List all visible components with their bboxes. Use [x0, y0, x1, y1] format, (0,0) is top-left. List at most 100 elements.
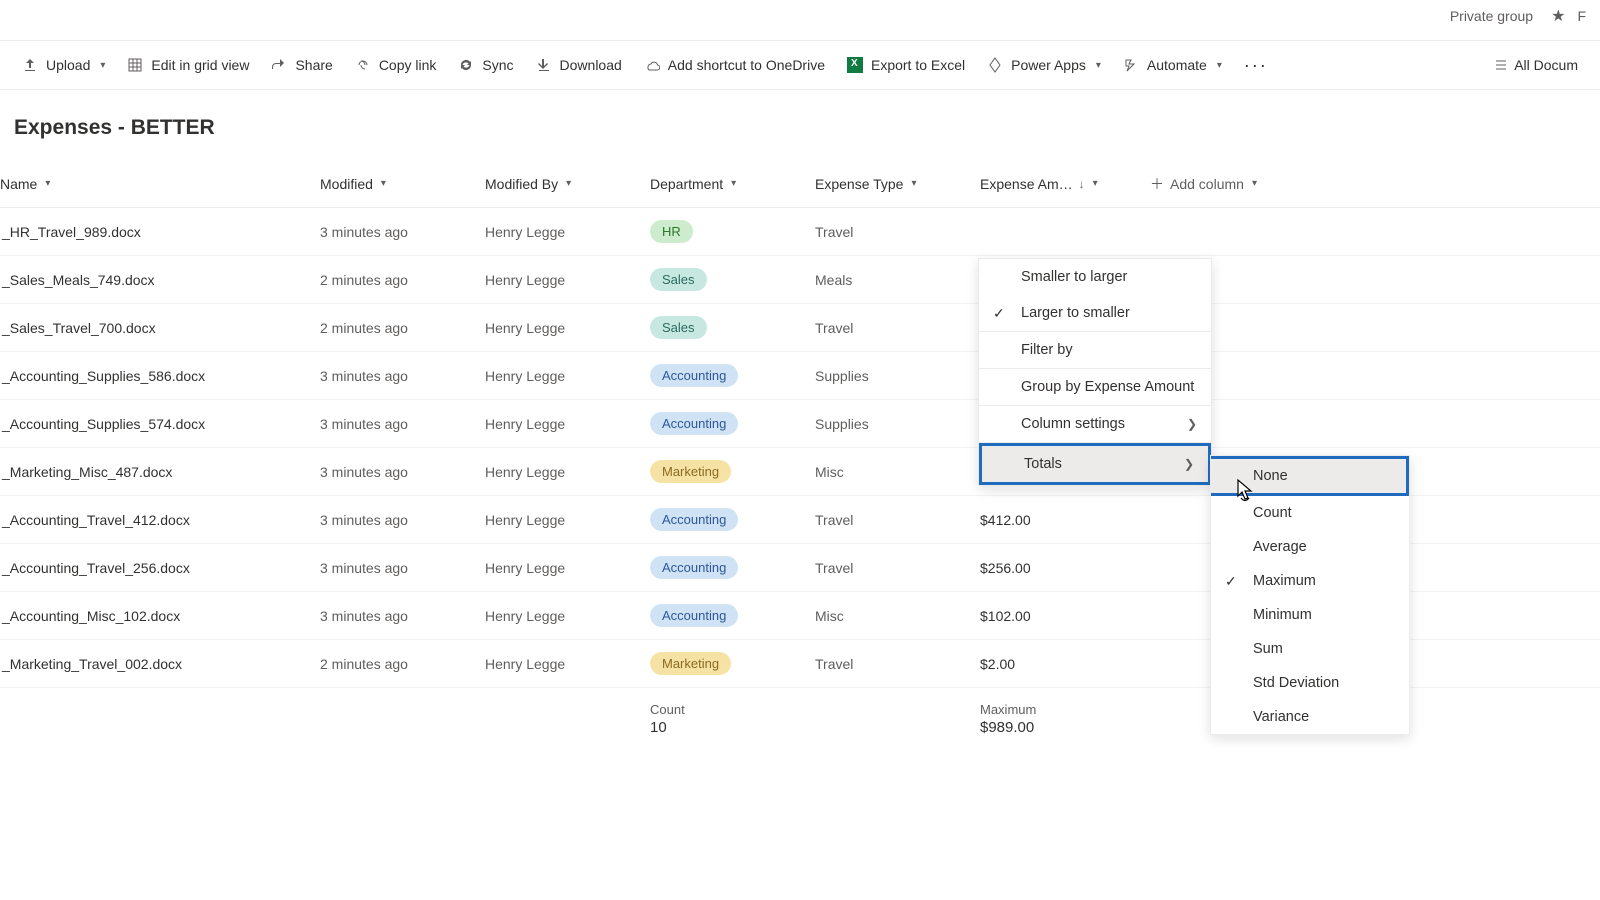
- upload-button[interactable]: Upload ▾: [12, 53, 115, 77]
- download-button[interactable]: Download: [526, 53, 632, 77]
- col-head-modified-label: Modified: [320, 176, 373, 192]
- department-pill: Accounting: [650, 556, 738, 579]
- menu-filter-by[interactable]: Filter by: [979, 332, 1211, 368]
- more-actions-button[interactable]: ···: [1234, 55, 1278, 76]
- cell-department: Accounting: [650, 508, 815, 531]
- cell-modified-by: Henry Legge: [485, 512, 650, 528]
- download-icon: [536, 57, 552, 73]
- menu-larger-to-smaller[interactable]: ✓ Larger to smaller: [979, 295, 1211, 331]
- totals-variance[interactable]: Variance: [1211, 700, 1409, 734]
- cell-name[interactable]: _Accounting_Travel_412.docx: [0, 512, 320, 528]
- cell-modified-by: Henry Legge: [485, 224, 650, 240]
- share-label: Share: [295, 57, 332, 73]
- add-column-label: Add column: [1170, 176, 1244, 192]
- add-column-button[interactable]: ＋ Add column ▾: [1150, 174, 1320, 194]
- menu-totals-label: Totals: [1024, 456, 1062, 472]
- menu-totals[interactable]: Totals ❯: [979, 443, 1211, 485]
- chevron-down-icon: ▾: [381, 178, 386, 189]
- col-head-department[interactable]: Department ▾: [650, 176, 815, 192]
- cell-expense-type: Travel: [815, 512, 980, 528]
- totals-minimum-label: Minimum: [1253, 607, 1312, 623]
- cell-modified: 3 minutes ago: [320, 368, 485, 384]
- cell-name[interactable]: _Accounting_Misc_102.docx: [0, 608, 320, 624]
- totals-sum-label: Sum: [1253, 641, 1283, 657]
- edit-grid-button[interactable]: Edit in grid view: [117, 53, 259, 77]
- copy-link-label: Copy link: [379, 57, 437, 73]
- totals-maximum[interactable]: ✓ Maximum: [1211, 564, 1409, 598]
- favorite-star-icon[interactable]: ★: [1551, 6, 1565, 26]
- cell-expense-type: Travel: [815, 224, 980, 240]
- table-row[interactable]: _Accounting_Supplies_586.docx3 minutes a…: [0, 352, 1600, 400]
- footer-count-label: Count: [650, 702, 815, 717]
- automate-label: Automate: [1147, 57, 1207, 73]
- cell-name[interactable]: _Sales_Travel_700.docx: [0, 320, 320, 336]
- menu-settings-label: Column settings: [1021, 416, 1125, 432]
- cell-modified: 3 minutes ago: [320, 416, 485, 432]
- cell-modified-by: Henry Legge: [485, 416, 650, 432]
- download-label: Download: [560, 57, 622, 73]
- table-row[interactable]: _Sales_Meals_749.docx2 minutes agoHenry …: [0, 256, 1600, 304]
- cell-name[interactable]: _Accounting_Travel_256.docx: [0, 560, 320, 576]
- totals-sum[interactable]: Sum: [1211, 632, 1409, 666]
- cursor-icon: [1234, 478, 1256, 504]
- cell-department: Accounting: [650, 412, 815, 435]
- share-button[interactable]: Share: [261, 53, 342, 77]
- department-pill: HR: [650, 220, 693, 243]
- upload-label: Upload: [46, 57, 90, 73]
- cell-modified: 3 minutes ago: [320, 512, 485, 528]
- copy-link-button[interactable]: Copy link: [345, 53, 447, 77]
- cell-department: Sales: [650, 316, 815, 339]
- totals-minimum[interactable]: Minimum: [1211, 598, 1409, 632]
- cell-name[interactable]: _Marketing_Travel_002.docx: [0, 656, 320, 672]
- cell-expense-amount: $102.00: [980, 608, 1150, 624]
- chevron-down-icon: ▾: [1096, 60, 1101, 71]
- add-shortcut-label: Add shortcut to OneDrive: [668, 57, 825, 73]
- edit-grid-label: Edit in grid view: [151, 57, 249, 73]
- truncated-header-text: F: [1577, 8, 1586, 24]
- cell-modified: 3 minutes ago: [320, 464, 485, 480]
- power-apps-button[interactable]: Power Apps ▾: [977, 53, 1111, 77]
- col-head-expense-amount[interactable]: Expense Am… ↓ ▾: [980, 176, 1150, 192]
- totals-none-label: None: [1253, 468, 1288, 484]
- export-excel-label: Export to Excel: [871, 57, 965, 73]
- footer-max-label: Maximum: [980, 702, 1150, 717]
- totals-std-deviation[interactable]: Std Deviation: [1211, 666, 1409, 700]
- col-head-modified[interactable]: Modified ▾: [320, 176, 485, 192]
- table-row[interactable]: _Sales_Travel_700.docx2 minutes agoHenry…: [0, 304, 1600, 352]
- cell-expense-type: Supplies: [815, 368, 980, 384]
- cell-modified-by: Henry Legge: [485, 368, 650, 384]
- table-row[interactable]: _Accounting_Supplies_574.docx3 minutes a…: [0, 400, 1600, 448]
- sync-label: Sync: [482, 57, 513, 73]
- col-head-modified-by-label: Modified By: [485, 176, 558, 192]
- totals-average[interactable]: Average: [1211, 530, 1409, 564]
- table-row[interactable]: _HR_Travel_989.docx3 minutes agoHenry Le…: [0, 208, 1600, 256]
- upload-icon: [22, 57, 38, 73]
- cell-modified: 2 minutes ago: [320, 320, 485, 336]
- cell-department: Marketing: [650, 652, 815, 675]
- cell-name[interactable]: _Sales_Meals_749.docx: [0, 272, 320, 288]
- col-head-expense-type[interactable]: Expense Type ▾: [815, 176, 980, 192]
- cell-name[interactable]: _Accounting_Supplies_574.docx: [0, 416, 320, 432]
- cell-expense-type: Misc: [815, 608, 980, 624]
- export-excel-button[interactable]: Export to Excel: [837, 53, 975, 77]
- menu-smaller-to-larger[interactable]: Smaller to larger: [979, 259, 1211, 295]
- link-icon: [355, 57, 371, 73]
- cell-modified-by: Henry Legge: [485, 464, 650, 480]
- sync-button[interactable]: Sync: [448, 53, 523, 77]
- footer-count-value: 10: [650, 719, 815, 736]
- add-shortcut-button[interactable]: Add shortcut to OneDrive: [634, 53, 835, 77]
- cell-name[interactable]: _Marketing_Misc_487.docx: [0, 464, 320, 480]
- totals-std-label: Std Deviation: [1253, 675, 1339, 691]
- col-head-modified-by[interactable]: Modified By ▾: [485, 176, 650, 192]
- view-selector[interactable]: All Docum: [1482, 53, 1588, 77]
- menu-group-by[interactable]: Group by Expense Amount: [979, 369, 1211, 405]
- col-head-name[interactable]: Name ▾: [0, 176, 320, 192]
- menu-column-settings[interactable]: Column settings ❯: [979, 406, 1211, 442]
- automate-button[interactable]: Automate ▾: [1113, 53, 1232, 77]
- cell-expense-type: Supplies: [815, 416, 980, 432]
- cell-department: Sales: [650, 268, 815, 291]
- chevron-down-icon: ▾: [45, 178, 50, 189]
- cell-name[interactable]: _Accounting_Supplies_586.docx: [0, 368, 320, 384]
- cell-name[interactable]: _HR_Travel_989.docx: [0, 224, 320, 240]
- cell-modified: 3 minutes ago: [320, 560, 485, 576]
